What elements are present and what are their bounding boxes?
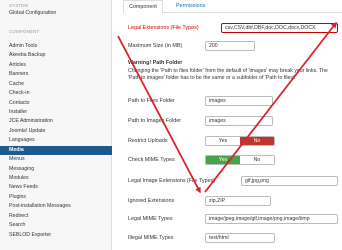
legal-extensions-input[interactable]: csv,CSV,dbf,DBF,doc,DOC,docx,DOCX	[221, 23, 338, 33]
tab-component[interactable]: Component	[123, 0, 163, 14]
ignored-extensions-input[interactable]: zip,ZIP	[205, 196, 271, 206]
sidebar-item-messaging[interactable]: Messaging	[0, 165, 112, 174]
sidebar-item-post-installation-messages[interactable]: Post-installation Messages	[0, 202, 112, 211]
sidebar-item-articles[interactable]: Articles	[0, 61, 112, 70]
restrict-uploads-no-button[interactable]: No	[240, 137, 274, 145]
legal-image-extensions-label: Legal Image Extensions (File Types)	[128, 178, 216, 184]
tab-permissions[interactable]: Permissions	[171, 0, 210, 13]
check-mime-toggle: Yes No	[205, 155, 275, 165]
sidebar-item-modules[interactable]: Modules	[0, 174, 112, 183]
check-mime-label: Check MIME Types	[128, 157, 175, 163]
sidebar: System Global Configuration Component Ad…	[0, 0, 112, 250]
illegal-mime-input[interactable]: text/html	[205, 233, 275, 243]
sidebar-item-installer[interactable]: Installer	[0, 108, 112, 117]
path-images-input[interactable]: images	[205, 116, 273, 126]
sidebar-item-media[interactable]: Media	[0, 145, 112, 156]
maximum-size-label: Maximum Size (in MB)	[128, 43, 183, 49]
legal-mime-label: Legal MIME Types	[128, 216, 173, 222]
sidebar-item-search[interactable]: Search	[0, 221, 112, 230]
restrict-uploads-toggle: Yes No	[205, 136, 275, 146]
main-content: Component Permissions Legal Extensions (…	[113, 0, 342, 250]
sidebar-item-languages[interactable]: Languages	[0, 136, 112, 145]
sidebar-heading-component: Component	[9, 29, 40, 34]
sidebar-item-check-in[interactable]: Check-in	[0, 89, 112, 98]
sidebar-item-menus[interactable]: Menus	[0, 155, 112, 164]
ignored-extensions-label: Ignored Extensions	[128, 198, 175, 204]
legal-image-extensions-input[interactable]: gif,jpg,png	[241, 176, 338, 186]
check-mime-yes-button[interactable]: Yes	[206, 156, 240, 164]
sidebar-item-akeeba-backup[interactable]: Akeeba Backup	[0, 51, 112, 60]
sidebar-item-contacts[interactable]: Contacts	[0, 99, 112, 108]
restrict-uploads-label: Restrict Uploads	[128, 138, 168, 144]
maximum-size-input[interactable]: 200	[205, 41, 255, 51]
legal-extensions-label: Legal Extensions (File Types)	[128, 25, 199, 31]
sidebar-item-plugins[interactable]: Plugins	[0, 193, 112, 202]
sidebar-heading-system: System	[9, 3, 29, 8]
warning-text: Changing the 'Path to files folder' from…	[128, 68, 328, 81]
path-images-label: Path to Images Folder	[128, 118, 182, 124]
sidebar-item-jce-administration[interactable]: JCE Administration	[0, 117, 112, 126]
warning-title: Warning! Path Folder	[128, 60, 183, 66]
sidebar-item-admin-tools[interactable]: Admin Tools	[0, 42, 112, 51]
tab-bar: Component Permissions	[123, 0, 342, 14]
sidebar-item-global-configuration[interactable]: Global Configuration	[0, 9, 112, 18]
check-mime-no-button[interactable]: No	[240, 156, 274, 164]
illegal-mime-label: Illegal MIME Types	[128, 235, 174, 241]
sidebar-item-seblod-exporter[interactable]: SEBLOD Exporter	[0, 231, 112, 240]
sidebar-item-news-feeds[interactable]: News Feeds	[0, 183, 112, 192]
legal-mime-input[interactable]: image/jpeg,image/gif,image/png,image/bmp	[205, 214, 338, 224]
sidebar-item-joomla-update[interactable]: Joomla! Update	[0, 127, 112, 136]
restrict-uploads-yes-button[interactable]: Yes	[206, 137, 240, 145]
sidebar-item-banners[interactable]: Banners	[0, 70, 112, 79]
sidebar-item-cache[interactable]: Cache	[0, 80, 112, 89]
sidebar-item-redirect[interactable]: Redirect	[0, 212, 112, 221]
path-files-input[interactable]: images	[205, 96, 273, 106]
path-files-label: Path to Files Folder	[128, 98, 175, 104]
